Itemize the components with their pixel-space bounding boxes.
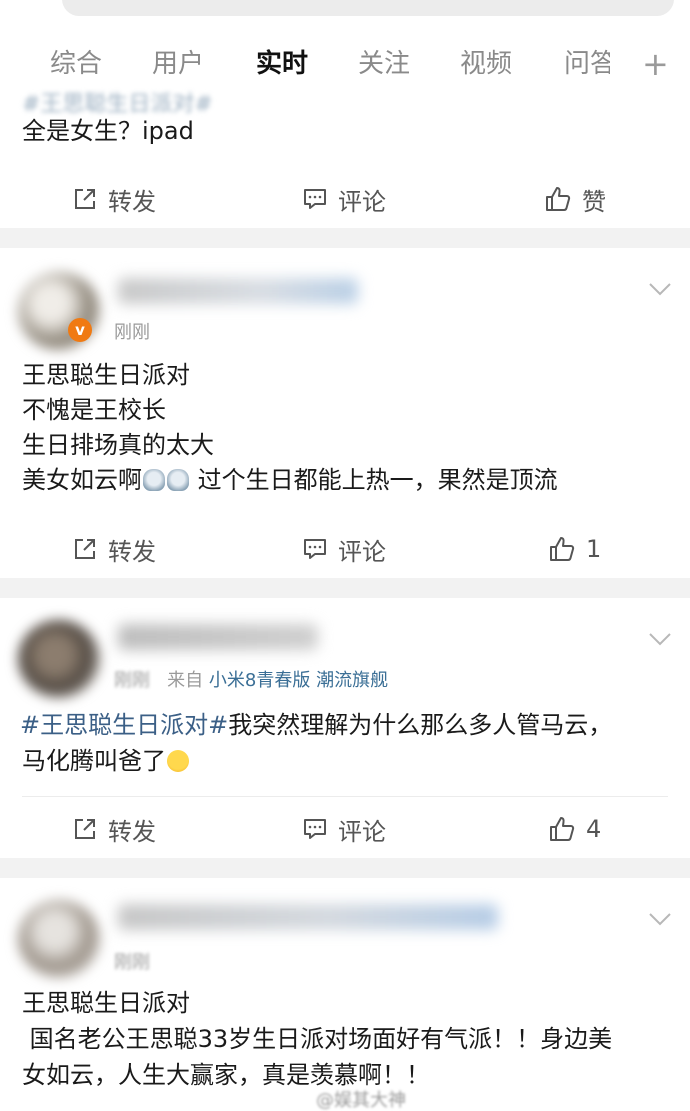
search-input[interactable] [62, 0, 674, 16]
avatar[interactable] [18, 900, 100, 978]
thumbs-up-icon [546, 187, 571, 211]
repost-label: 转发 [108, 817, 156, 846]
post-time: 刚刚 [114, 952, 150, 973]
post-card: v 刚刚 王思聪生日派对 不愧是王校长 生日排场真的太大 美女如云啊 过个生日都… [0, 248, 690, 578]
text-segment: 过个生日都能上热一，果然是顶流 [190, 466, 558, 494]
comment-label: 评论 [338, 537, 386, 566]
repost-button[interactable]: 转发 [72, 804, 156, 854]
post-time: 刚刚 [114, 670, 150, 691]
comment-icon [304, 539, 326, 559]
thumbs-up-icon [550, 537, 575, 561]
tab-comprehensive[interactable]: 综合 [50, 46, 102, 86]
post-time: 刚刚 [114, 322, 150, 343]
post-actions: 转发 评论 赞 [0, 174, 690, 224]
comment-label: 评论 [338, 817, 386, 846]
tab-users[interactable]: 用户 [152, 46, 204, 86]
repost-label: 转发 [108, 537, 156, 566]
post-text-line: 王思聪生日派对 [22, 989, 190, 1017]
post-actions: 转发 评论 4 [0, 804, 690, 854]
post-text-line: 不愧是王校长 [22, 396, 166, 424]
source-link[interactable]: 小米8青春版 潮流旗舰 [209, 670, 388, 691]
chevron-down-icon[interactable] [648, 282, 672, 296]
repost-icon [75, 819, 95, 839]
add-tab-button[interactable]: + [642, 46, 669, 82]
search-bar-area [0, 0, 690, 30]
repost-icon [75, 189, 95, 209]
like-label: 赞 [582, 187, 606, 216]
comment-button[interactable]: 评论 [302, 804, 386, 854]
repost-label: 转发 [108, 187, 156, 216]
post-text: 全是女生？ipad [22, 117, 194, 145]
tab-realtime[interactable]: 实时 [256, 46, 308, 86]
comment-icon [304, 189, 326, 209]
source-prefix: 来自 [167, 670, 204, 691]
text-segment: 美女如云啊 [22, 466, 142, 494]
divider [22, 796, 668, 797]
repost-button[interactable]: 转发 [72, 174, 156, 224]
text-segment: 我突然理解为什么那么多人管马云， [228, 711, 613, 739]
post-text-line: 马化腾叫爸了 [22, 744, 190, 779]
username[interactable] [118, 624, 318, 650]
tab-qa[interactable]: 问答 [564, 46, 610, 86]
post-card: 刚刚 来自 小米8青春版 潮流旗舰 #王思聪生日派对#我突然理解为什么那么多人管… [0, 598, 690, 858]
post-text-line: #王思聪生日派对#我突然理解为什么那么多人管马云， [20, 708, 612, 743]
username[interactable] [118, 904, 498, 930]
post-text-line: 生日排场真的太大 [22, 431, 214, 459]
laugh-emoji-icon [167, 750, 189, 772]
chevron-down-icon[interactable] [648, 632, 672, 646]
comment-label: 评论 [338, 187, 386, 216]
comment-icon [304, 819, 326, 839]
comment-button[interactable]: 评论 [302, 524, 386, 574]
emoji-icon [167, 469, 189, 491]
like-count: 1 [586, 535, 602, 563]
post-text-line: 王思聪生日派对 [22, 361, 190, 389]
post-card: 刚刚 王思聪生日派对 国名老公王思聪33岁生日派对场面好有气派！！身边美 女如云… [0, 878, 690, 1111]
like-button[interactable]: 1 [548, 524, 601, 574]
thumbs-up-icon [550, 817, 575, 841]
hashtag-link[interactable]: #王思聪生日派对# [20, 711, 228, 739]
tab-follow[interactable]: 关注 [358, 46, 410, 86]
comment-button[interactable]: 评论 [302, 174, 386, 224]
post-text-line: 国名老公王思聪33岁生日派对场面好有气派！！身边美 [22, 1025, 613, 1053]
weibo-watermark: @娱其大神 [316, 1090, 406, 1111]
post-meta: 刚刚 来自 小米8青春版 潮流旗舰 [114, 666, 388, 692]
text-segment: 马化腾叫爸了 [22, 747, 166, 775]
chevron-down-icon[interactable] [648, 912, 672, 926]
like-button[interactable]: 赞 [544, 174, 606, 224]
repost-button[interactable]: 转发 [72, 524, 156, 574]
post-actions: 转发 评论 1 [0, 524, 690, 574]
post-card: #王思聪生日派对# 全是女生？ipad 转发 评论 赞 [0, 86, 690, 228]
tab-video[interactable]: 视频 [460, 46, 512, 86]
verified-badge-icon: v [68, 318, 92, 342]
like-button[interactable]: 4 [548, 804, 601, 854]
avatar[interactable] [18, 620, 100, 698]
like-count: 4 [586, 815, 602, 843]
repost-icon [75, 539, 95, 559]
emoji-icon [143, 469, 165, 491]
post-text-line: 美女如云啊 过个生日都能上热一，果然是顶流 [22, 463, 558, 498]
username[interactable] [118, 278, 358, 304]
